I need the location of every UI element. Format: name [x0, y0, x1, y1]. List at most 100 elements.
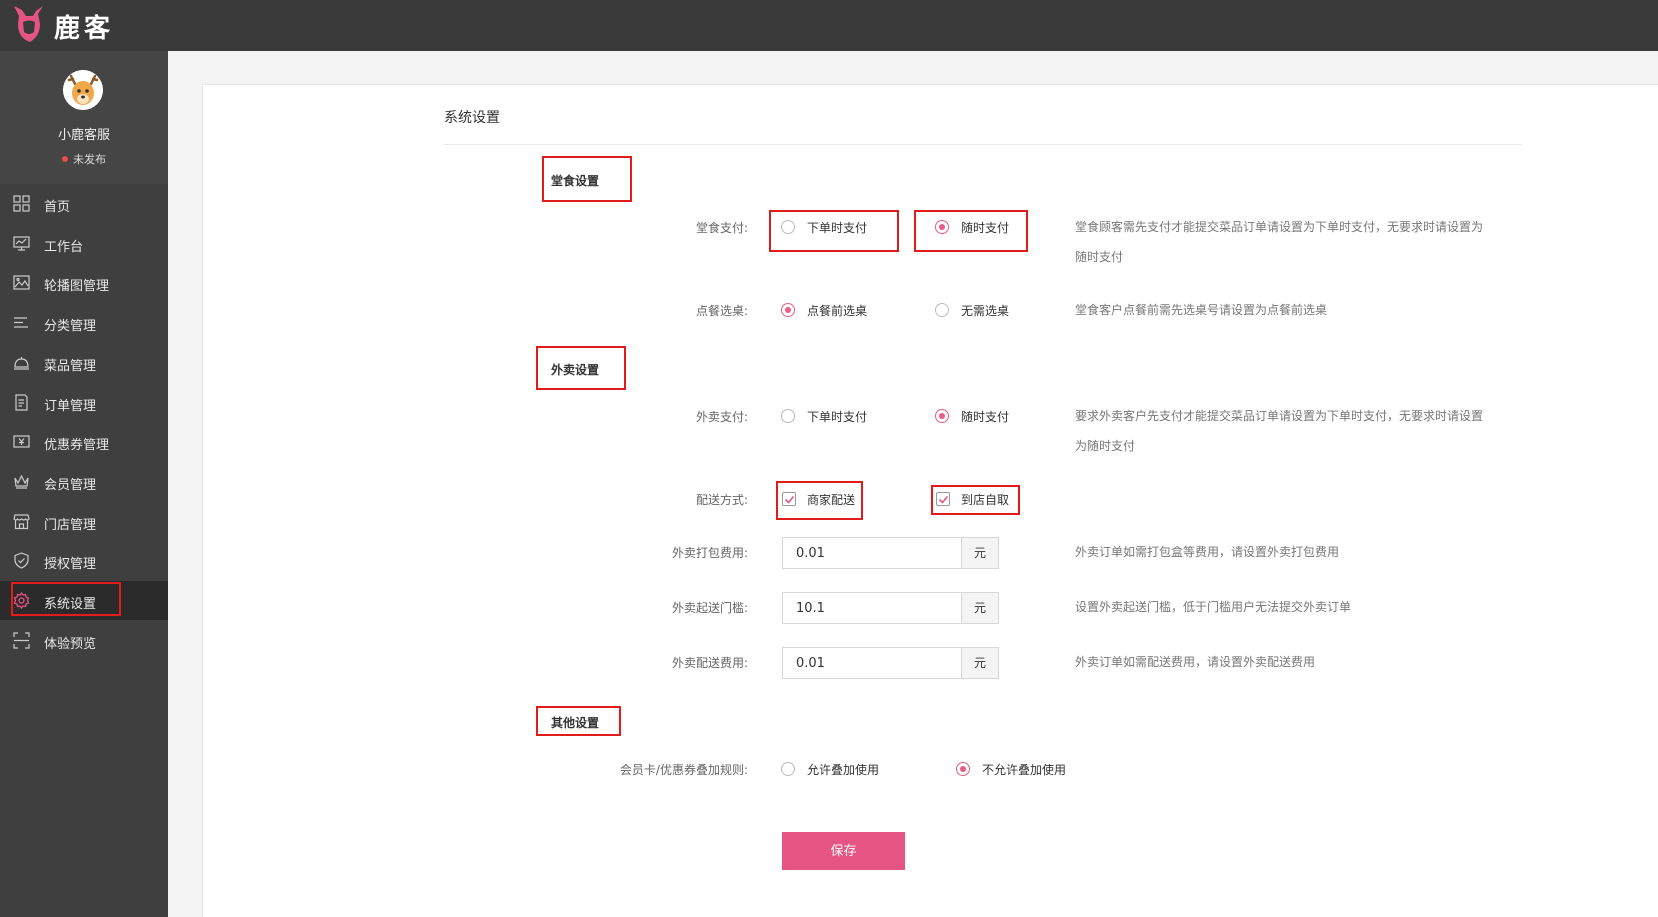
sidebar-item-label: 授权管理 [44, 557, 97, 572]
sidebar-item-preview[interactable]: 体验预览 [0, 621, 168, 660]
sidebar-item-categories[interactable]: 分类管理 [0, 303, 168, 342]
list-icon [14, 317, 28, 328]
store-icon [13, 514, 30, 530]
shield-icon [14, 552, 29, 569]
sidebar-item-label: 轮播图管理 [44, 279, 110, 294]
sidebar-item-label: 优惠券管理 [44, 438, 110, 453]
monitor-icon [13, 236, 30, 251]
sidebar-item-label: 菜品管理 [44, 359, 97, 374]
min-order-label: 外卖起送门槛: [671, 601, 748, 615]
sidebar-item-label: 会员管理 [44, 478, 97, 493]
deer-logo-icon [14, 6, 43, 42]
gear-icon [13, 592, 30, 609]
radio-label: 无需选桌 [961, 304, 1010, 318]
sidebar-item-label: 订单管理 [44, 399, 97, 414]
crown-icon [14, 474, 29, 489]
sidebar-item-label: 首页 [44, 200, 71, 215]
dine-in-payment-hint: 堂食顾客需先支付才能提交菜品订单请设置为下单时支付，无要求时请设置为 随时支付 [1075, 212, 1545, 272]
min-order-input[interactable] [783, 593, 962, 623]
takeout-payment-hint: 要求外卖客户先支付才能提交菜品订单请设置为下单时支付，无要求时请设置 为随时支付 [1075, 401, 1545, 461]
sidebar-item-workbench[interactable]: 工作台 [0, 224, 168, 263]
sidebar-item-banners[interactable]: 轮播图管理 [0, 263, 168, 302]
page-title: 系统设置 [444, 110, 500, 126]
section-title-dine-in: 堂食设置 [551, 174, 600, 188]
packing-fee-field: 元 [782, 537, 999, 569]
checkbox-label: 到店自取 [961, 493, 1010, 507]
delivery-fee-input[interactable] [783, 648, 962, 678]
brand-name: 鹿客 [54, 14, 115, 44]
currency-unit: 元 [961, 593, 998, 623]
coupon-icon [13, 435, 30, 448]
radio-circle[interactable] [935, 409, 949, 423]
currency-unit: 元 [961, 648, 998, 678]
sidebar-item-coupons[interactable]: 优惠券管理 [0, 422, 168, 461]
radio-circle[interactable] [781, 220, 795, 234]
radio-circle[interactable] [935, 303, 949, 317]
sidebar: 小鹿客服 未发布 首页 工作台 轮播图管理 分类管理 菜品管理 订单管理 优惠券… [0, 51, 168, 917]
radio-circle[interactable] [781, 409, 795, 423]
deer-avatar-icon [63, 70, 103, 110]
radio-circle[interactable] [781, 762, 795, 776]
section-title-other: 其他设置 [551, 716, 600, 730]
delivery-fee-hint: 外卖订单如需配送费用，请设置外卖配送费用 [1075, 655, 1316, 669]
avatar[interactable] [63, 70, 103, 110]
grid-icon [13, 195, 30, 212]
radio-circle[interactable] [956, 762, 970, 776]
hint-line: 堂食顾客需先支付才能提交菜品订单请设置为下单时支付，无要求时请设置为 [1075, 220, 1484, 234]
currency-unit: 元 [961, 538, 998, 568]
dish-icon [14, 357, 29, 370]
hint-line: 为随时支付 [1075, 439, 1136, 453]
sidebar-item-stores[interactable]: 门店管理 [0, 502, 168, 541]
sidebar-item-authorization[interactable]: 授权管理 [0, 541, 168, 580]
profile-card: 小鹿客服 未发布 [0, 51, 168, 184]
delivery-fee-field: 元 [782, 647, 999, 679]
settings-panel [202, 84, 1658, 917]
dine-in-payment-label: 堂食支付: [695, 221, 748, 235]
sidebar-item-members[interactable]: 会员管理 [0, 462, 168, 501]
sidebar-item-home[interactable]: 首页 [0, 184, 168, 223]
status-dot [62, 156, 68, 162]
section-title-takeout: 外卖设置 [551, 363, 600, 377]
sidebar-item-orders[interactable]: 订单管理 [0, 383, 168, 422]
packing-fee-input[interactable] [783, 538, 962, 568]
sidebar-item-label: 分类管理 [44, 319, 97, 334]
table-select-hint: 堂食客户点餐前需先选桌号请设置为点餐前选桌 [1075, 303, 1328, 317]
stacking-rule-label: 会员卡/优惠券叠加规则: [619, 763, 748, 777]
radio-label: 随时支付 [961, 410, 1010, 424]
packing-fee-hint: 外卖订单如需打包盒等费用，请设置外卖打包费用 [1075, 545, 1340, 559]
radio-label: 下单时支付 [807, 221, 868, 235]
checkbox-box[interactable] [782, 492, 796, 506]
shop-name: 小鹿客服 [57, 128, 110, 143]
checkmark-icon [784, 495, 795, 504]
top-bar: 鹿客 [0, 0, 1658, 51]
min-order-hint: 设置外卖起送门槛，低于门槛用户无法提交外卖订单 [1075, 600, 1352, 614]
sidebar-item-label: 门店管理 [44, 518, 97, 533]
takeout-payment-label: 外卖支付: [695, 410, 748, 424]
sidebar-item-label: 系统设置 [44, 597, 97, 612]
image-icon [13, 275, 30, 290]
sidebar-item-dishes[interactable]: 菜品管理 [0, 343, 168, 382]
scan-icon [13, 632, 30, 649]
checkbox-box[interactable] [936, 492, 950, 506]
table-select-label: 点餐选桌: [695, 304, 748, 318]
divider [444, 144, 1522, 145]
sidebar-item-system-settings[interactable]: 系统设置 [0, 581, 168, 620]
hint-line: 随时支付 [1075, 250, 1124, 264]
radio-circle[interactable] [781, 303, 795, 317]
packing-fee-label: 外卖打包费用: [671, 546, 748, 560]
radio-circle[interactable] [935, 220, 949, 234]
radio-label: 允许叠加使用 [807, 763, 880, 777]
radio-label: 不允许叠加使用 [982, 763, 1067, 777]
checkmark-icon [938, 495, 949, 504]
radio-label: 下单时支付 [807, 410, 868, 424]
checkbox-label: 商家配送 [807, 493, 856, 507]
radio-label: 随时支付 [961, 221, 1010, 235]
save-button[interactable]: 保存 [782, 832, 905, 870]
sidebar-item-label: 体验预览 [44, 637, 97, 652]
radio-label: 点餐前选桌 [807, 304, 868, 318]
publish-status: 未发布 [0, 151, 168, 167]
status-text: 未发布 [73, 153, 106, 166]
delivery-method-label: 配送方式: [695, 493, 748, 507]
min-order-field: 元 [782, 592, 999, 624]
document-icon [15, 394, 28, 411]
